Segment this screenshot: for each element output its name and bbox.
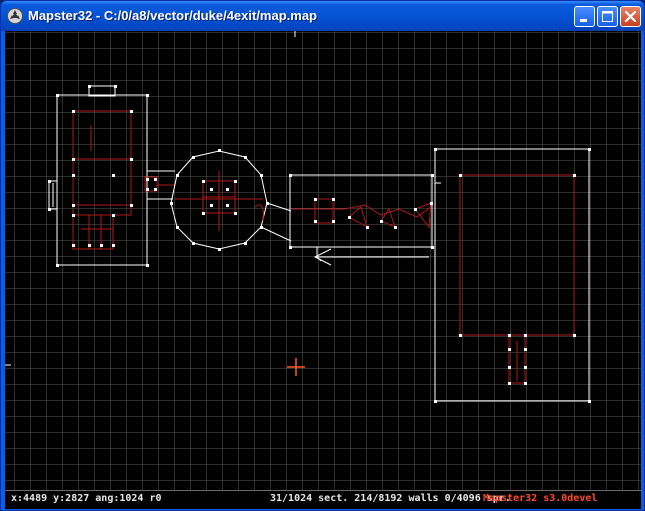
map-canvas[interactable] — [5, 31, 641, 490]
app-window: Mapster32 - C:/0/a8/vector/duke/4exit/ma… — [0, 0, 645, 511]
minimize-button[interactable] — [574, 6, 595, 27]
maximize-button[interactable] — [597, 6, 618, 27]
mapster-icon[interactable] — [7, 8, 23, 24]
window-title: Mapster32 - C:/0/a8/vector/duke/4exit/ma… — [28, 8, 318, 23]
status-bar: x:4489 y:2827 ang:1024 r0 31/1024 sect. … — [5, 490, 641, 509]
close-button[interactable] — [620, 6, 641, 27]
status-object-counts: 31/1024 sect. 214/8192 walls 0/4096 spr. — [270, 493, 511, 504]
status-coordinates: x:4489 y:2827 ang:1024 r0 — [11, 493, 162, 504]
map-editor-area[interactable] — [5, 31, 641, 508]
title-bar[interactable]: Mapster32 - C:/0/a8/vector/duke/4exit/ma… — [1, 1, 644, 31]
minimize-icon — [580, 19, 587, 22]
status-version: Mapster32 s3.0devel — [483, 493, 598, 504]
close-icon — [624, 10, 637, 23]
maximize-icon — [602, 11, 613, 22]
